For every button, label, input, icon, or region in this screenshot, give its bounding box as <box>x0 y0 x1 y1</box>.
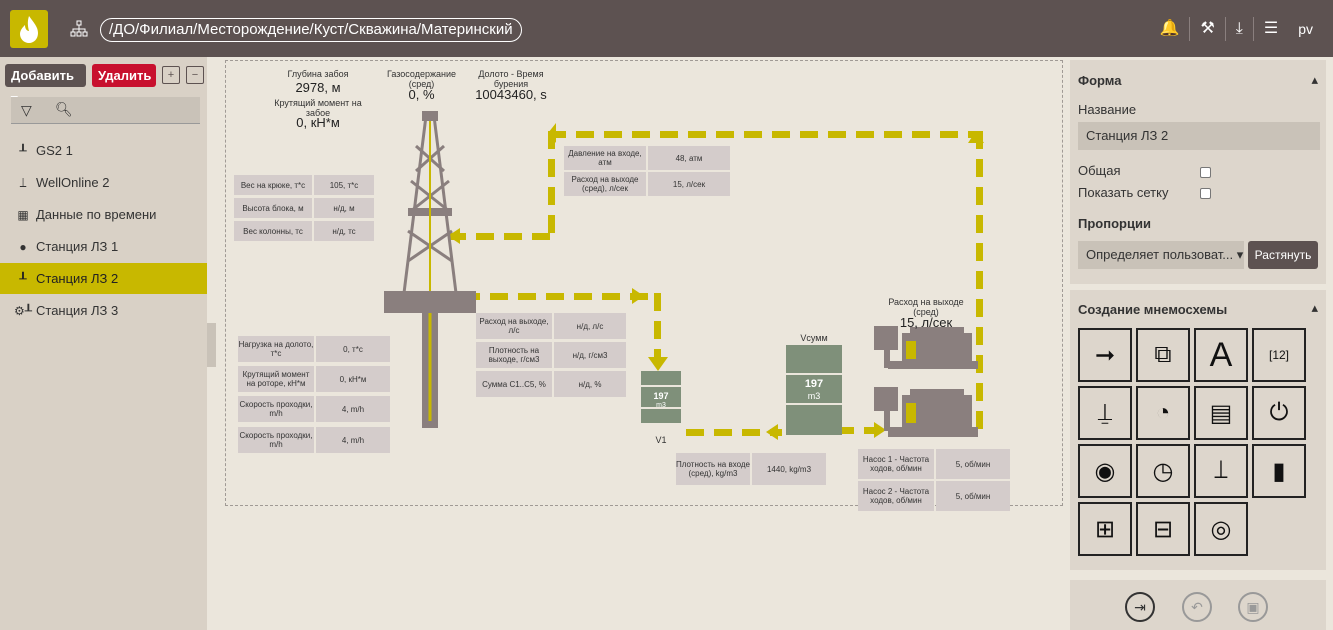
sidebar-item-label: WellOnline 2 <box>36 175 110 190</box>
tank-v1-unit: m3 <box>656 402 666 409</box>
rig-icon: ┸ <box>19 144 27 158</box>
gear-rig-icon: ⚙┸ <box>14 304 32 318</box>
collapse-caret-icon[interactable]: ▴ <box>1311 72 1318 88</box>
gauge-tool-icon[interactable]: ◔ <box>1136 386 1190 440</box>
top-bar: /ДО/Филиал/Месторождение/Куст/Скважина/М… <box>0 0 1333 57</box>
sidebar-item-time-data[interactable]: ▦ Данные по времени <box>0 199 207 230</box>
form-title: Форма <box>1078 73 1122 88</box>
collapse-all-icon[interactable]: − <box>186 66 204 84</box>
flame-logo-icon[interactable] <box>10 10 48 48</box>
delete-button[interactable]: Удалить <box>92 64 156 87</box>
add-button[interactable]: Добавить ▾ <box>5 64 86 106</box>
filter-row[interactable]: ▽ 🔍︎ <box>11 97 200 124</box>
tools-icon[interactable]: ⚒ <box>1189 17 1224 41</box>
sidebar-item-station2[interactable]: ┸ Станция ЛЗ 2 <box>0 263 207 294</box>
well-icon: ⟘ <box>19 176 27 190</box>
name-input[interactable]: Станция ЛЗ 2 <box>1078 122 1320 150</box>
sidebar-item-label: GS2 1 <box>36 143 73 158</box>
pump-tool-icon[interactable]: ⊟ <box>1136 502 1190 556</box>
builder-title: Создание мнемосхемы <box>1078 302 1228 317</box>
value-tool-icon[interactable]: [12] <box>1252 328 1306 382</box>
tank-v1-label: V1 <box>655 435 667 445</box>
tank-sum-unit: m3 <box>807 391 821 401</box>
proportions-label: Пропорции <box>1078 216 1151 231</box>
user-name[interactable]: pv <box>1288 17 1323 41</box>
common-checkbox[interactable] <box>1200 167 1211 178</box>
flow-out-value: 15, л/сек <box>899 315 953 330</box>
text-tool-icon[interactable]: A <box>1194 328 1248 382</box>
clock-chart-tool-icon[interactable]: ◷ <box>1136 444 1190 498</box>
rig-icon: ┸ <box>19 272 27 286</box>
indicator-tool-icon[interactable]: ◉ <box>1078 444 1132 498</box>
menu-icon[interactable]: ☰ <box>1252 17 1288 41</box>
breadcrumb-path[interactable]: /ДО/Филиал/Месторождение/Куст/Скважина/М… <box>100 18 522 42</box>
bar-level-tool-icon[interactable]: ▮ <box>1252 444 1306 498</box>
proportions-select[interactable]: Определяет пользоват... ▾ <box>1078 241 1244 269</box>
tank-tool-icon[interactable]: ▤ <box>1194 386 1248 440</box>
sidebar-item-label: Данные по времени <box>36 207 157 222</box>
filter-icon[interactable]: ▽ <box>21 102 32 119</box>
arrow-tool-icon[interactable]: ➞ <box>1078 328 1132 382</box>
expand-all-icon[interactable]: + <box>162 66 180 84</box>
flow-out-label: Расход на выходе (сред) <box>888 297 964 317</box>
sidebar-toolbar: Добавить ▾ Удалить + − <box>5 64 204 106</box>
tank-v1-value: 197 <box>653 391 669 401</box>
group-tool-icon[interactable]: ⧉ <box>1136 328 1190 382</box>
form-panel: Форма ▴ Название Станция ЛЗ 2 Общая Пока… <box>1070 60 1326 284</box>
stretch-button[interactable]: Растянуть <box>1248 241 1318 269</box>
name-label: Название <box>1078 102 1137 117</box>
undo-icon[interactable]: ↶ <box>1182 592 1212 622</box>
sidebar-item-station3[interactable]: ⚙┸ Станция ЛЗ 3 <box>0 295 207 326</box>
depth-chart-tool-icon[interactable]: ⟘ <box>1194 444 1248 498</box>
table-icon: ▦ <box>17 208 29 222</box>
sidebar-item-label: Станция ЛЗ 3 <box>36 303 119 318</box>
sidebar-item-label: Станция ЛЗ 1 <box>36 239 119 254</box>
rig-tool-icon[interactable]: ⍊ <box>1078 386 1132 440</box>
sidebar-item-label: Станция ЛЗ 2 <box>36 271 119 286</box>
tank-sum-value: 197 <box>804 378 824 390</box>
sidebar-item-wellonline[interactable]: ⟘ WellOnline 2 <box>0 167 207 198</box>
collapse-caret-icon[interactable]: ▴ <box>1311 300 1318 316</box>
common-label: Общая <box>1078 163 1121 178</box>
sidebar-item-gs2[interactable]: ┸ GS2 1 <box>0 135 207 166</box>
grid-tool-icon[interactable]: ⊞ <box>1078 502 1132 556</box>
builder-panel: Создание мнемосхемы ▴ ➞ ⧉ A [12] ⍊ ◔ ▤ ⏻… <box>1070 290 1326 570</box>
exit-icon[interactable]: ⇥ <box>1125 592 1155 622</box>
power-tool-icon[interactable]: ⏻ <box>1252 386 1306 440</box>
show-grid-checkbox[interactable] <box>1200 188 1211 199</box>
show-grid-label: Показать сетку <box>1078 185 1169 200</box>
download-icon[interactable]: ⤓ <box>1224 17 1253 41</box>
bell-icon[interactable]: 🔔 <box>1150 17 1190 41</box>
top-icons: 🔔 ⚒ ⤓ ☰ pv <box>1150 17 1323 41</box>
tank-sum-label: Vсумм <box>800 333 828 343</box>
sidebar-item-station1[interactable]: ● Станция ЛЗ 1 <box>0 231 207 262</box>
mnemoscheme-canvas[interactable]: Глубина забоя 2978, м Крутящий момент на… <box>225 60 1063 511</box>
speedometer-tool-icon[interactable]: ◎ <box>1194 502 1248 556</box>
search-icon[interactable]: 🔍︎ <box>55 101 73 118</box>
hierarchy-icon[interactable] <box>70 20 88 38</box>
save-icon[interactable]: ▣ <box>1238 592 1268 622</box>
sidebar-collapse-handle[interactable] <box>207 323 216 367</box>
station-icon: ● <box>19 240 27 254</box>
